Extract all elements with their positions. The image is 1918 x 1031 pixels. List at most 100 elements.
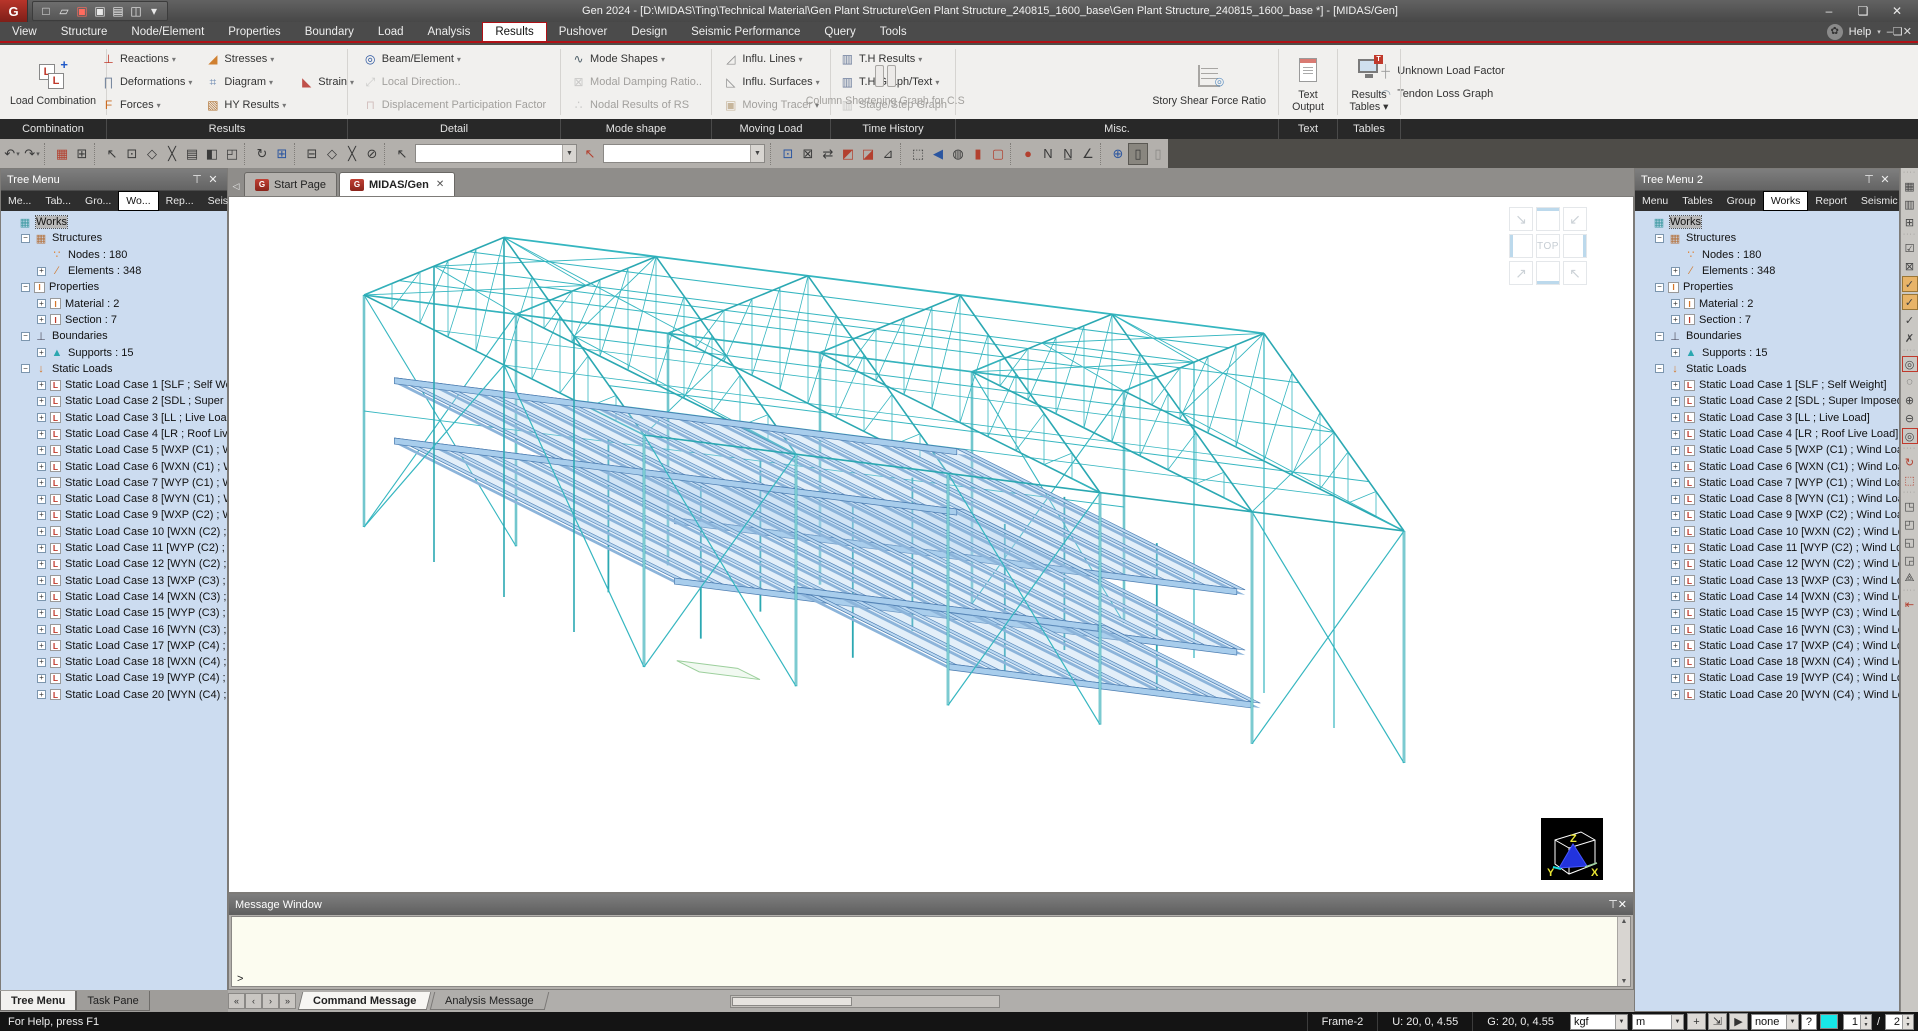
- tree-item-static-load-case-18-wxn-c4-wind-load[interactable]: + L Static Load Case 18 [WXN (C4) ; Wind L…: [1, 654, 227, 670]
- previous-view-button[interactable]: ⬚: [1902, 472, 1918, 488]
- tab-command-message[interactable]: Command Message: [297, 992, 432, 1010]
- menu-pushover[interactable]: Pushover: [547, 22, 620, 41]
- tree-item-static-load-case-9-wxp-c2-wind-load-x[interactable]: + L Static Load Case 9 [WXP (C2) ; Wind Lo…: [1635, 507, 1899, 523]
- close-icon[interactable]: ✕: [205, 173, 221, 186]
- expand-toggle[interactable]: +: [37, 445, 46, 455]
- tree-item-static-load-case-11-wyp-c2-wind-load[interactable]: + L Static Load Case 11 [WYP (C2) ; Wind L…: [1635, 540, 1899, 556]
- tree-item-static-load-case-16-wyn-c3-wind-load[interactable]: + L Static Load Case 16 [WYN (C3) ; Wind L…: [1, 621, 227, 637]
- expand-toggle[interactable]: +: [1671, 348, 1680, 358]
- doc-close-button[interactable]: ✕: [1903, 26, 1912, 38]
- tree-item-static-load-case-2-sdl-super-imposed-de[interactable]: + L Static Load Case 2 [SDL ; Super Impose…: [1, 393, 227, 409]
- expand-toggle[interactable]: +: [1671, 380, 1680, 390]
- tree-item-section-7[interactable]: + I Section : 7: [1635, 312, 1899, 328]
- ucs-button[interactable]: ⇲: [1707, 1013, 1727, 1030]
- front-view-button[interactable]: ◲: [1902, 552, 1918, 568]
- open-file-icon[interactable]: ▱: [55, 2, 73, 20]
- unselect-window-button[interactable]: ⊟: [302, 143, 322, 165]
- print-icon[interactable]: ▤: [109, 2, 127, 20]
- tree-item-boundaries[interactable]: − ⊥ Boundaries: [1635, 328, 1899, 344]
- tree2-tab-seismic[interactable]: Seismic: [1854, 191, 1905, 211]
- works-tree-button[interactable]: ▦: [52, 143, 72, 165]
- redo-button[interactable]: ↷ ▾: [22, 143, 42, 165]
- model-viewport[interactable]: ↘ ↙ TOP ↗ ↖ Z Y X: [228, 196, 1634, 893]
- menu-results[interactable]: Results: [482, 22, 547, 41]
- activate-button[interactable]: ✓: [1901, 276, 1918, 292]
- prev-message-button[interactable]: ‹: [245, 993, 262, 1009]
- expand-toggle[interactable]: +: [1671, 559, 1680, 569]
- expand-toggle[interactable]: −: [1655, 364, 1664, 374]
- initial-screen-button[interactable]: ⇤: [1902, 596, 1918, 612]
- message-hscrollbar[interactable]: [729, 994, 1000, 1008]
- tree-item-static-load-case-1-slf-self-weight[interactable]: + L Static Load Case 1 [SLF ; Self Weight]: [1635, 377, 1899, 393]
- tree-item-elements-348[interactable]: + ∕ Elements : 348: [1635, 263, 1899, 279]
- element-number-button[interactable]: N: [1038, 143, 1058, 165]
- tree-item-static-load-case-14-wxn-c3-wind-load[interactable]: + L Static Load Case 14 [WXN (C3) ; Wind L…: [1, 589, 227, 605]
- view-nav-tr[interactable]: ↙: [1563, 207, 1587, 231]
- tree-item-static-load-case-13-wxp-c3-wind-load[interactable]: + L Static Load Case 13 [WXP (C3) ; Wind L…: [1, 573, 227, 589]
- tree-item-static-load-case-13-wxp-c3-wind-load[interactable]: + L Static Load Case 13 [WXP (C3) ; Wind L…: [1635, 573, 1899, 589]
- tree-item-boundaries[interactable]: − ⊥ Boundaries: [1, 328, 227, 344]
- activate-identity-button[interactable]: ✓: [1902, 312, 1918, 328]
- expand-toggle[interactable]: +: [37, 478, 46, 488]
- load-combination-button[interactable]: L L + Load Combination: [2, 56, 104, 108]
- hy-results-button[interactable]: ▧ HY Results ▾: [201, 94, 289, 117]
- lock-all-button[interactable]: ▯: [1148, 143, 1168, 165]
- pin-icon[interactable]: ⊤: [189, 173, 205, 186]
- play-button[interactable]: ▶: [1728, 1013, 1748, 1030]
- active-color-swatch[interactable]: [1819, 1014, 1838, 1029]
- expand-toggle[interactable]: +: [1671, 592, 1680, 602]
- tree2-tab-report[interactable]: Report: [1808, 191, 1854, 211]
- tree2-tab-works[interactable]: Works: [1762, 191, 1809, 211]
- forces-button[interactable]: F Forces ▾: [97, 94, 195, 117]
- expand-toggle[interactable]: +: [1671, 429, 1680, 439]
- expand-toggle[interactable]: +: [37, 315, 46, 325]
- menu-seismic-performance[interactable]: Seismic Performance: [679, 22, 812, 41]
- tree2-tab-menu[interactable]: Menu: [1635, 191, 1675, 211]
- expand-toggle[interactable]: +: [37, 413, 46, 423]
- menu-query[interactable]: Query: [812, 22, 867, 41]
- tree-item-section-7[interactable]: + I Section : 7: [1, 312, 227, 328]
- angle-button[interactable]: ∠: [1078, 143, 1098, 165]
- tree-item-static-load-case-11-wyp-c2-wind-load[interactable]: + L Static Load Case 11 [WYP (C2) ; Wind L…: [1, 540, 227, 556]
- tree-item-static-load-case-5-wxp-c1-wind-load-x[interactable]: + L Static Load Case 5 [WXP (C1) ; Wind Lo…: [1, 442, 227, 458]
- tree-item-works[interactable]: ▦ Works: [1635, 214, 1899, 230]
- unselect-all-button[interactable]: ╳: [342, 143, 362, 165]
- expand-toggle[interactable]: −: [21, 364, 30, 374]
- view-nav-r[interactable]: [1563, 234, 1587, 258]
- tree-item-static-load-case-14-wxn-c3-wind-load[interactable]: + L Static Load Case 14 [WXN (C3) ; Wind L…: [1635, 589, 1899, 605]
- tree-item-static-loads[interactable]: − ↓ Static Loads: [1635, 361, 1899, 377]
- pin-icon[interactable]: ⊤: [1608, 898, 1618, 911]
- view-nav-tl[interactable]: ↘: [1509, 207, 1533, 231]
- display-monitor-button[interactable]: ▢: [988, 143, 1008, 165]
- expand-toggle[interactable]: +: [37, 592, 46, 602]
- message-output-area[interactable]: > ▲ ▼: [231, 916, 1631, 987]
- display-option-button[interactable]: ▦: [1902, 178, 1918, 194]
- menu-load[interactable]: Load: [366, 22, 416, 41]
- bottom-tab-task-pane[interactable]: Task Pane: [76, 991, 150, 1011]
- tree-item-static-load-case-4-lr-roof-live-load[interactable]: + L Static Load Case 4 [LR ; Roof Live Loa…: [1635, 426, 1899, 442]
- expand-toggle[interactable]: +: [1671, 576, 1680, 586]
- stresses-button[interactable]: ◢ Stresses ▾: [201, 48, 289, 71]
- view-nav-b[interactable]: [1536, 261, 1560, 285]
- tab-analysis-message[interactable]: Analysis Message: [430, 992, 550, 1010]
- expand-toggle[interactable]: +: [37, 608, 46, 618]
- view-nav-ctr[interactable]: TOP: [1536, 234, 1560, 258]
- expand-toggle[interactable]: −: [1655, 331, 1664, 341]
- menu-structure[interactable]: Structure: [49, 22, 120, 41]
- tree-item-static-load-case-18-wxn-c4-wind-load[interactable]: + L Static Load Case 18 [WXN (C4) ; Wind L…: [1635, 654, 1899, 670]
- tree-item-material-2[interactable]: + I Material : 2: [1, 295, 227, 311]
- diagram-button[interactable]: ⌗ Diagram ▾: [201, 71, 289, 94]
- tree-item-properties[interactable]: − I Properties: [1635, 279, 1899, 295]
- expand-toggle[interactable]: −: [21, 282, 30, 292]
- close-icon[interactable]: ✕: [1877, 173, 1893, 186]
- group-tree-button[interactable]: ⊞: [72, 143, 92, 165]
- tree-item-static-load-case-15-wyp-c3-wind-load[interactable]: + L Static Load Case 15 [WYP (C3) ; Wind L…: [1635, 605, 1899, 621]
- tree-item-static-load-case-17-wxp-c4-wind-load[interactable]: + L Static Load Case 17 [WXP (C4) ; Wind L…: [1, 638, 227, 654]
- tree-item-static-load-case-4-lr-roof-live-load[interactable]: + L Static Load Case 4 [LR ; Roof Live Loa…: [1, 426, 227, 442]
- mode-shapes-button[interactable]: ∿ Mode Shapes ▾: [567, 48, 705, 71]
- undo-button[interactable]: ↶ ▾: [2, 143, 22, 165]
- tree-item-static-load-case-3-ll-live-load[interactable]: + L Static Load Case 3 [LL ; Live Load]: [1635, 410, 1899, 426]
- node-name-button[interactable]: N̲: [1058, 143, 1078, 165]
- expand-toggle[interactable]: +: [1671, 266, 1680, 276]
- expand-toggle[interactable]: +: [1671, 690, 1680, 700]
